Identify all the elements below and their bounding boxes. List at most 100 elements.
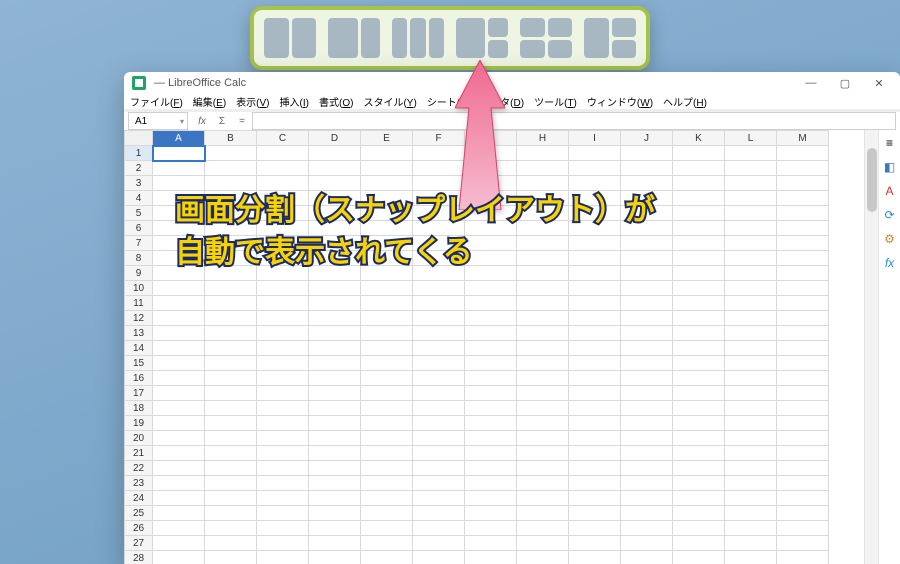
cell-C13[interactable] [257,326,309,341]
cell-A12[interactable] [153,311,205,326]
cell-G14[interactable] [465,341,517,356]
row-header-14[interactable]: 14 [125,341,153,356]
cell-J13[interactable] [621,326,673,341]
cell-J20[interactable] [621,431,673,446]
cell-H5[interactable] [517,206,569,221]
close-button[interactable]: ✕ [862,72,896,94]
cell-L19[interactable] [725,416,777,431]
cell-I8[interactable] [569,251,621,266]
cell-L28[interactable] [725,551,777,564]
cell-I5[interactable] [569,206,621,221]
cell-H28[interactable] [517,551,569,564]
cell-I7[interactable] [569,236,621,251]
cell-E24[interactable] [361,491,413,506]
select-all-corner[interactable] [125,131,153,146]
cell-I19[interactable] [569,416,621,431]
cell-A22[interactable] [153,461,205,476]
cell-D19[interactable] [309,416,361,431]
cell-K8[interactable] [673,251,725,266]
cell-I9[interactable] [569,266,621,281]
cell-M21[interactable] [777,446,829,461]
col-header-G[interactable]: G [465,131,517,146]
cell-K10[interactable] [673,281,725,296]
col-header-L[interactable]: L [725,131,777,146]
row-header-11[interactable]: 11 [125,296,153,311]
cell-C9[interactable] [257,266,309,281]
cell-E22[interactable] [361,461,413,476]
cell-K13[interactable] [673,326,725,341]
cell-A20[interactable] [153,431,205,446]
cell-D11[interactable] [309,296,361,311]
cell-E1[interactable] [361,146,413,161]
col-header-I[interactable]: I [569,131,621,146]
row-header-3[interactable]: 3 [125,176,153,191]
cell-B9[interactable] [205,266,257,281]
col-header-E[interactable]: E [361,131,413,146]
cell-L23[interactable] [725,476,777,491]
cell-F15[interactable] [413,356,465,371]
cell-H8[interactable] [517,251,569,266]
cell-H25[interactable] [517,506,569,521]
cell-D23[interactable] [309,476,361,491]
row-header-25[interactable]: 25 [125,506,153,521]
cell-H26[interactable] [517,521,569,536]
cell-G22[interactable] [465,461,517,476]
cell-I12[interactable] [569,311,621,326]
cell-B22[interactable] [205,461,257,476]
row-header-20[interactable]: 20 [125,431,153,446]
menu-s[interactable]: シート(S) [427,94,470,109]
cell-L17[interactable] [725,386,777,401]
cell-C20[interactable] [257,431,309,446]
cell-M23[interactable] [777,476,829,491]
cell-I27[interactable] [569,536,621,551]
cell-E25[interactable] [361,506,413,521]
cell-G4[interactable] [465,191,517,206]
cell-B17[interactable] [205,386,257,401]
cell-D5[interactable] [309,206,361,221]
cell-A4[interactable] [153,191,205,206]
cell-I17[interactable] [569,386,621,401]
cell-C22[interactable] [257,461,309,476]
cell-M26[interactable] [777,521,829,536]
cell-A8[interactable] [153,251,205,266]
cell-C14[interactable] [257,341,309,356]
cell-L16[interactable] [725,371,777,386]
cell-J18[interactable] [621,401,673,416]
cell-A14[interactable] [153,341,205,356]
cell-M4[interactable] [777,191,829,206]
cell-D13[interactable] [309,326,361,341]
cell-H10[interactable] [517,281,569,296]
cell-B1[interactable] [205,146,257,161]
cell-F6[interactable] [413,221,465,236]
cell-B24[interactable] [205,491,257,506]
cell-K20[interactable] [673,431,725,446]
cell-F10[interactable] [413,281,465,296]
cell-I26[interactable] [569,521,621,536]
menu-y[interactable]: スタイル(Y) [363,94,416,109]
cell-C28[interactable] [257,551,309,564]
cell-L4[interactable] [725,191,777,206]
cell-E20[interactable] [361,431,413,446]
cell-M24[interactable] [777,491,829,506]
cell-B18[interactable] [205,401,257,416]
cell-G15[interactable] [465,356,517,371]
side-properties-icon[interactable]: ≡ [886,136,893,150]
cell-K9[interactable] [673,266,725,281]
cell-L14[interactable] [725,341,777,356]
cell-M1[interactable] [777,146,829,161]
cell-D17[interactable] [309,386,361,401]
name-box[interactable]: A1 [128,112,188,130]
cell-E4[interactable] [361,191,413,206]
cell-I21[interactable] [569,446,621,461]
cell-H9[interactable] [517,266,569,281]
cell-M20[interactable] [777,431,829,446]
cell-I16[interactable] [569,371,621,386]
cell-H17[interactable] [517,386,569,401]
cell-C7[interactable] [257,236,309,251]
cell-G7[interactable] [465,236,517,251]
cell-D7[interactable] [309,236,361,251]
cell-B20[interactable] [205,431,257,446]
cell-J21[interactable] [621,446,673,461]
menu-t[interactable]: ツール(T) [534,94,577,109]
cell-H20[interactable] [517,431,569,446]
